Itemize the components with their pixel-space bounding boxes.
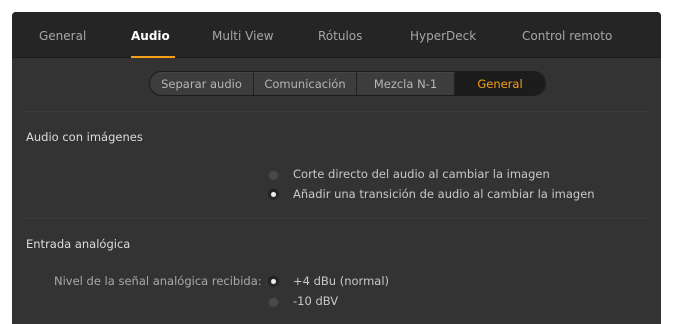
radio-label: Añadir una transición de audio al cambia… xyxy=(293,187,595,201)
radio-button-selected[interactable] xyxy=(268,275,279,287)
subtab-comunicacion[interactable]: Comunicación xyxy=(254,72,357,95)
radio-plus4-dbu[interactable]: +4 dBu (normal) xyxy=(268,274,389,288)
subtab-separar-audio[interactable]: Separar audio xyxy=(150,72,254,95)
analog-input-title: Entrada analógica xyxy=(26,237,131,251)
subtab-general[interactable]: General xyxy=(455,72,545,95)
radio-button-selected[interactable] xyxy=(268,188,279,200)
section-divider xyxy=(24,111,649,112)
radio-label: +4 dBu (normal) xyxy=(293,274,390,288)
active-tab-indicator xyxy=(131,56,175,58)
settings-window: General Audio Multi View Rótulos HyperDe… xyxy=(12,12,661,324)
subtab-mezcla-n1[interactable]: Mezcla N-1 xyxy=(357,72,455,95)
audio-subtab-selector: Separar audio Comunicación Mezcla N-1 Ge… xyxy=(149,71,546,96)
radio-label: Corte directo del audio al cambiar la im… xyxy=(293,167,550,181)
radio-minus10-dbv[interactable]: -10 dBV xyxy=(268,294,338,308)
radio-audio-transition[interactable]: Añadir una transición de audio al cambia… xyxy=(268,187,595,201)
tab-hyperdeck[interactable]: HyperDeck xyxy=(410,29,476,43)
radio-label: -10 dBV xyxy=(293,294,339,308)
tab-rotulos[interactable]: Rótulos xyxy=(318,29,362,43)
tab-audio[interactable]: Audio xyxy=(131,29,170,43)
tab-control-remoto[interactable]: Control remoto xyxy=(522,29,612,43)
section-divider xyxy=(24,218,649,219)
tab-multi-view[interactable]: Multi View xyxy=(212,29,274,43)
radio-cut-audio[interactable]: Corte directo del audio al cambiar la im… xyxy=(268,167,550,181)
audio-follow-video-title: Audio con imágenes xyxy=(26,130,143,144)
radio-button[interactable] xyxy=(268,168,279,180)
main-tab-bar: General Audio Multi View Rótulos HyperDe… xyxy=(12,12,661,58)
analog-level-label: Nivel de la señal analógica recibida: xyxy=(54,274,262,288)
radio-button[interactable] xyxy=(268,295,279,307)
tab-general[interactable]: General xyxy=(39,29,86,43)
